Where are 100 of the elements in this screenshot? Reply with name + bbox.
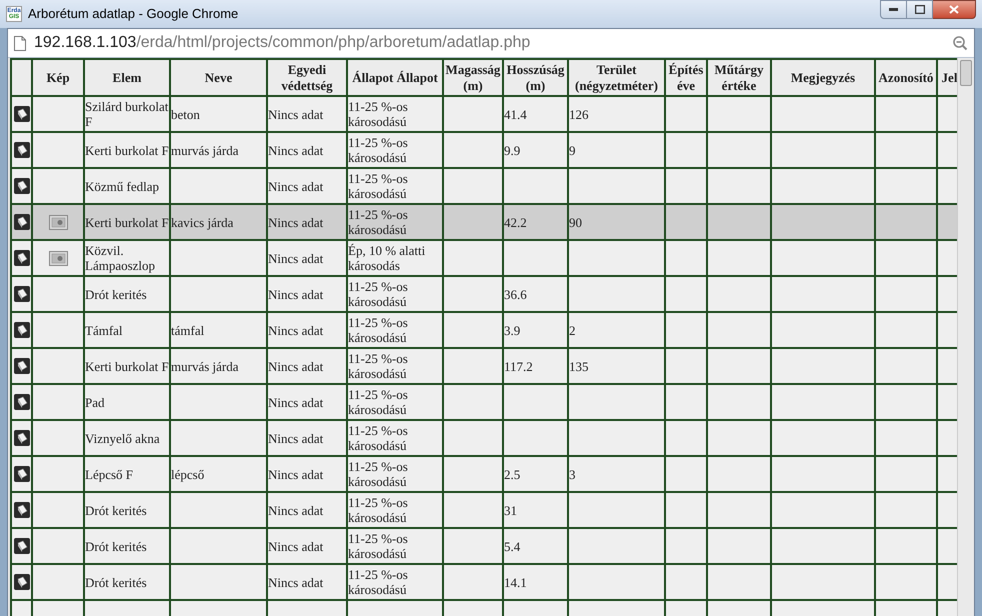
close-button[interactable] [933,0,976,19]
table-cell-text: 31 [504,502,518,518]
column-header: Neve [170,59,267,96]
table-cell-text: 11-25 %-os károsodású [348,531,409,561]
table-row[interactable]: Támfal támfal Nincs adat 11-25 %-os károsodású 3.9 2 [11,312,957,348]
notepad-icon[interactable] [14,214,30,230]
scrollbar-thumb[interactable] [960,60,972,86]
table-cell-text: 126 [569,106,590,122]
notepad-icon[interactable] [14,142,30,158]
table-cell-text: kavics járda [171,214,234,230]
column-header: Azonosító [875,59,937,96]
table-cell-text: 11-25 %-os károsodású [348,351,409,381]
table-cell: Kerti burkolat F [85,214,169,230]
column-header: Építés éve [665,59,707,96]
table-cell-text: Nincs adat [268,466,324,482]
table-cell-text: Nincs adat [268,430,324,446]
column-header: Hosszúság (m) [503,59,568,96]
maximize-icon [914,5,924,14]
notepad-icon[interactable] [14,430,30,446]
table-cell: Kerti burkolat F [85,142,169,158]
table-row[interactable]: Kerti burkolat F kavics járda Nincs adat 11-25 %-os károsodású 42.2 90 [11,204,957,240]
table-cell-text: 14.1 [504,574,528,590]
table-row[interactable]: Kerti burkolat F murvás járda Nincs adat 11-25 %-os károsodású 9.9 9 [11,132,957,168]
notepad-icon[interactable] [14,538,30,554]
table-cell: Kerti burkolat F [85,358,169,374]
scrollbar[interactable] [957,58,974,616]
table-row[interactable]: Drót kerités Nincs adat 11-25 %-os károsodású 31 [11,492,957,528]
notepad-icon[interactable] [14,574,30,590]
table-cell-text: Viznyelő akna [85,430,161,446]
column-header: Jel [937,59,957,96]
photo-icon[interactable] [48,214,68,230]
minimize-button[interactable] [880,0,907,19]
notepad-icon[interactable] [14,250,30,266]
table-cell-text: 3 [569,466,576,482]
column-header: Magasság (m) [443,59,503,96]
table-cell-text: Nincs adat [268,106,324,122]
table-cell-text: Ép, 10 % alatti károsodás [348,243,426,273]
column-header: Műtárgy értéke [707,59,771,96]
table-row[interactable]: Lépcső F lépcső Nincs adat 11-25 %-os károsodású 2.5 3 [11,456,957,492]
notepad-icon[interactable] [14,286,30,302]
table-row[interactable]: Viznyelő akna Nincs adat 11-25 %-os károsodású [11,420,957,456]
table-cell-text: 117.2 [504,358,534,374]
table-cell-text: Drót kerités [85,286,148,302]
table-cell-text: 11-25 %-os károsodású [348,171,409,201]
table-cell-text: 11-25 %-os károsodású [348,99,409,129]
table-cell-text: 11-25 %-os károsodású [348,387,409,417]
table-cell-text: Nincs adat [268,358,324,374]
table-row[interactable]: Pad Nincs adat 11-25 %-os károsodású [11,384,957,420]
table-cell-text: Támfal [85,322,124,338]
table-cell-text: Drót kerités [85,574,148,590]
table-cell: Szilárd burkolat F [85,99,169,129]
notepad-icon[interactable] [14,502,30,518]
table-cell-text: Nincs adat [268,178,324,194]
table-cell-text: murvás járda [171,358,240,374]
table-row[interactable]: Drót kerités Nincs adat 11-25 %-os károsodású 14.1 [11,564,957,600]
table-cell-text: 11-25 %-os károsodású [348,207,409,237]
photo-icon[interactable] [48,250,68,266]
table-cell-text: Nincs adat [268,286,324,302]
notepad-icon[interactable] [14,106,30,122]
table-row[interactable]: Drót kerités Nincs adat 11-25 %-os károsodású 5.4 [11,528,957,564]
notepad-icon[interactable] [14,178,30,194]
table-row[interactable]: Közmű fedlap Nincs adat 11-25 %-os károsodású [11,168,957,204]
table-row[interactable]: Kerti burkolat F murvás járda Nincs adat 11-25 %-os károsodású 117.2 135 [11,348,957,384]
table-cell-text: 11-25 %-os károsodású [348,423,409,453]
table-cell-text: 42.2 [504,214,528,230]
table-cell-text: Közvil. Lámpaoszlop [85,243,156,273]
zoom-icon[interactable] [952,35,968,51]
table-cell-text: 2.5 [504,466,522,482]
table-cell-text: 2 [569,322,576,338]
table-cell-text: 41.4 [504,106,528,122]
table-cell-text: 11-25 %-os károsodású [348,567,409,597]
notepad-icon[interactable] [14,322,30,338]
table-row[interactable]: Drót kerités Nincs adat 11-25 %-os károsodású 36.6 [11,276,957,312]
notepad-icon[interactable] [14,466,30,482]
column-header: Egyedi védettség [267,59,347,96]
notepad-icon[interactable] [14,358,30,374]
table-cell-text: 135 [569,358,590,374]
table-cell-text: Drót kerités [85,502,148,518]
table-cell-text: Drót kerités [85,538,148,554]
column-header: Terület (négyzetméter) [568,59,665,96]
minimize-icon [889,8,898,11]
table-cell-text: 3.9 [504,322,522,338]
table-cell-text: 9 [569,142,576,158]
table-cell-text: lépcső [171,466,206,482]
table-row[interactable]: Közvil. Lámpaoszlop Nincs adat Ép, 10 % alatti károsodás [11,240,957,276]
table-cell-text: 90 [569,214,583,230]
notepad-icon[interactable] [14,394,30,410]
table-cell-text: Nincs adat [268,394,324,410]
table-cell-text: Nincs adat [268,574,324,590]
table-cell-text: Nincs adat [268,250,324,266]
table-cell-text: Lépcső F [85,466,134,482]
column-header: Állapot Állapot [347,59,443,96]
table-cell-text: Közmű fedlap [85,178,160,194]
table-cell-text: 11-25 %-os károsodású [348,135,409,165]
maximize-button[interactable] [907,0,933,19]
table-cell-text: 11-25 %-os károsodású [348,495,409,525]
table-cell-text: 5.4 [504,538,522,554]
table-cell-text: Nincs adat [268,214,324,230]
window-title: Arborétum adatlap - Google Chrome [28,5,238,24]
table-cell-text: 11-25 %-os károsodású [348,459,409,489]
